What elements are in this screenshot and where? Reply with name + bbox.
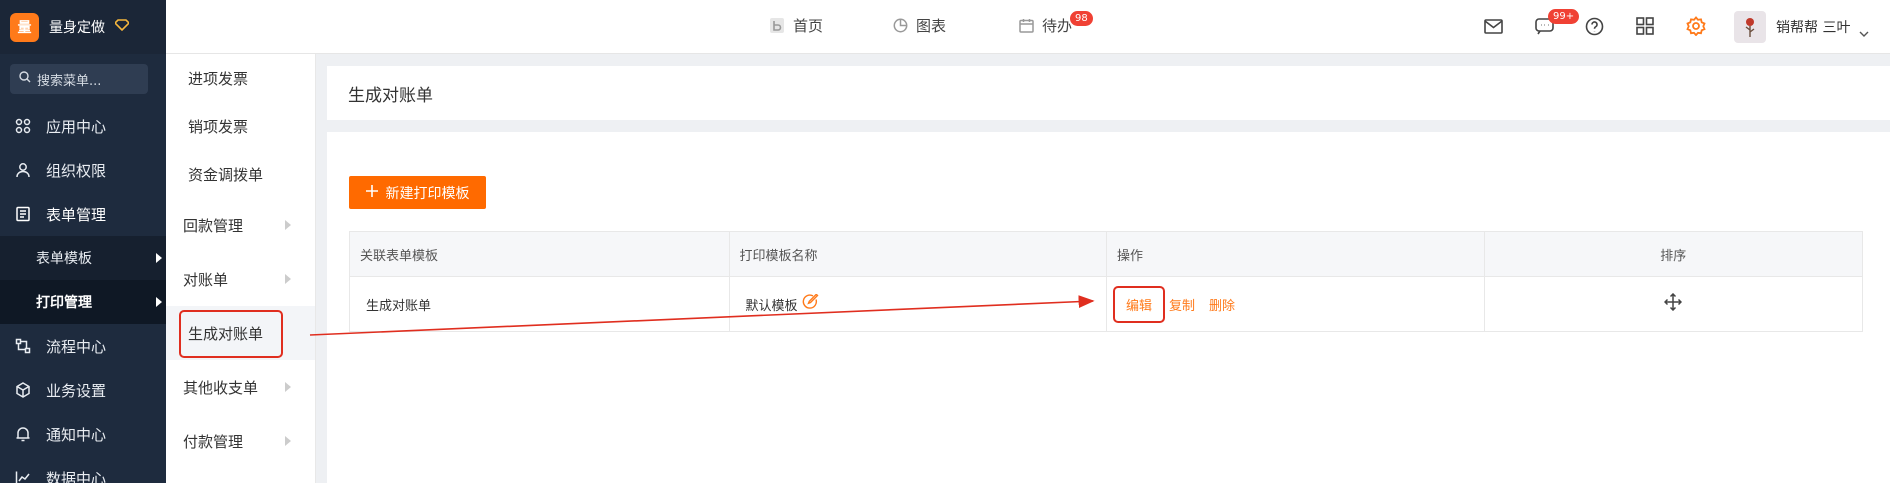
cell-actions: 编辑 复制 删除 xyxy=(1107,276,1485,331)
sidebar-item-label: 数据中心 xyxy=(46,469,107,483)
brand[interactable]: 量 量身定做 xyxy=(0,0,166,54)
cube-icon xyxy=(14,381,32,399)
submenu-item-label: 销项发票 xyxy=(188,117,249,136)
column-header-template-name: 打印模板名称 xyxy=(729,232,1107,276)
user-icon xyxy=(14,161,32,179)
top-nav-label: 图表 xyxy=(916,17,947,35)
submenu-item-generate-statement[interactable]: 生成对账单 xyxy=(166,306,315,360)
expand-arrow-icon xyxy=(156,297,162,307)
copy-button[interactable]: 复制 xyxy=(1169,295,1195,314)
bell-icon xyxy=(14,425,32,443)
sidebar-item-form-management[interactable]: 表单管理 xyxy=(0,192,166,236)
column-header-actions: 操作 xyxy=(1107,232,1485,276)
sidebar-item-process-center[interactable]: 流程中心 xyxy=(0,324,166,368)
caret-right-icon xyxy=(285,220,291,230)
submenu-item-label: 资金调拨单 xyxy=(188,165,264,184)
todo-count-badge: 98 xyxy=(1070,11,1093,26)
expand-arrow-icon xyxy=(156,253,162,263)
form-icon xyxy=(14,205,32,223)
submenu-item-payment-collection[interactable]: 回款管理 xyxy=(166,198,315,252)
secondary-menu: 进项发票 销项发票 资金调拨单 回款管理 对账单 生成对账单 其他收支单 付款管… xyxy=(166,54,316,483)
print-template-table: 关联表单模板 打印模板名称 操作 排序 生成对账单 默认模板 编辑 复制 删除 xyxy=(349,231,1863,332)
chevron-down-icon[interactable] xyxy=(1859,22,1869,41)
sidebar-item-org-permissions[interactable]: 组织权限 xyxy=(0,148,166,192)
column-header-sort: 排序 xyxy=(1484,232,1862,276)
message-count-badge: 99+ xyxy=(1548,9,1580,24)
edit-button[interactable]: 编辑 xyxy=(1113,285,1165,323)
main-sidebar: 量 量身定做 搜索菜单... 应用中心 组织权限 表单管理 表单模板 打印管理 … xyxy=(0,0,166,483)
edit-name-icon[interactable] xyxy=(802,292,819,315)
submenu-item-label: 进项发票 xyxy=(188,69,249,88)
highlight-box xyxy=(179,310,283,358)
cell-template-name: 默认模板 xyxy=(729,276,1107,331)
search-icon xyxy=(19,71,31,87)
submenu-item-label: 付款管理 xyxy=(183,432,244,451)
column-header-form: 关联表单模板 xyxy=(350,232,730,276)
new-print-template-button[interactable]: 新建打印模板 xyxy=(349,176,486,209)
apps-icon xyxy=(14,117,32,135)
sidebar-item-label: 通知中心 xyxy=(46,425,107,444)
plus-icon xyxy=(365,184,378,201)
diamond-icon xyxy=(113,19,131,35)
top-nav-charts[interactable]: 图表 xyxy=(892,15,946,36)
caret-right-icon xyxy=(285,274,291,284)
content-card: 新建打印模板 关联表单模板 打印模板名称 操作 排序 生成对账单 默认模板 编辑 xyxy=(327,132,1890,483)
brand-logo: 量 xyxy=(10,12,39,42)
submenu-item-payment-management[interactable]: 付款管理 xyxy=(166,414,315,468)
sidebar-item-business-settings[interactable]: 业务设置 xyxy=(0,368,166,412)
top-nav-label: 待办 xyxy=(1042,17,1073,35)
submenu-item-other-income-expense[interactable]: 其他收支单 xyxy=(166,360,315,414)
sidebar-subitem-label: 打印管理 xyxy=(36,295,92,311)
template-name: 默认模板 xyxy=(745,298,798,314)
top-header: 首页 图表 待办 98 99+ 销帮帮 三叶 xyxy=(166,0,1890,54)
sidebar-item-label: 流程中心 xyxy=(46,337,107,356)
menu-search-input[interactable]: 搜索菜单... xyxy=(10,64,148,94)
page-title-card: 生成对账单 xyxy=(327,66,1890,120)
cell-sort xyxy=(1484,276,1862,331)
sidebar-subitem-print-management[interactable]: 打印管理 xyxy=(0,280,166,324)
home-b-icon xyxy=(769,18,785,34)
page-title: 生成对账单 xyxy=(348,85,433,106)
sidebar-item-label: 应用中心 xyxy=(46,117,107,136)
top-nav-home[interactable]: 首页 xyxy=(769,15,823,36)
caret-right-icon xyxy=(285,382,291,392)
search-placeholder: 搜索菜单... xyxy=(37,73,102,89)
top-nav-todo[interactable]: 待办 xyxy=(1018,15,1072,36)
sidebar-subitem-form-template[interactable]: 表单模板 xyxy=(0,236,166,280)
sidebar-item-label: 表单管理 xyxy=(46,205,107,224)
mail-icon[interactable] xyxy=(1481,14,1505,38)
button-label: 新建打印模板 xyxy=(385,185,470,202)
sidebar-item-app-center[interactable]: 应用中心 xyxy=(0,104,166,148)
top-nav-label: 首页 xyxy=(793,17,824,35)
sidebar-item-label: 业务设置 xyxy=(46,381,107,400)
username[interactable]: 销帮帮 三叶 xyxy=(1776,17,1850,37)
grid-icon[interactable] xyxy=(1633,14,1657,38)
submenu-item-output-invoice[interactable]: 销项发票 xyxy=(166,102,315,150)
submenu-item-label: 对账单 xyxy=(183,270,229,289)
gear-icon[interactable] xyxy=(1684,14,1708,38)
brand-name: 量身定做 xyxy=(49,20,105,36)
submenu-item-input-invoice[interactable]: 进项发票 xyxy=(166,54,315,102)
submenu-item-fund-transfer[interactable]: 资金调拨单 xyxy=(166,150,315,198)
help-icon[interactable] xyxy=(1582,14,1606,38)
drag-move-icon[interactable] xyxy=(1664,292,1683,315)
submenu-item-statement[interactable]: 对账单 xyxy=(166,252,315,306)
pie-icon xyxy=(892,18,908,34)
sidebar-subitem-label: 表单模板 xyxy=(36,251,92,267)
table-row: 生成对账单 默认模板 编辑 复制 删除 xyxy=(350,276,1862,331)
app-root: 量 量身定做 搜索菜单... 应用中心 组织权限 表单管理 表单模板 打印管理 … xyxy=(0,0,1890,483)
avatar[interactable] xyxy=(1734,11,1766,43)
sidebar-item-notification-center[interactable]: 通知中心 xyxy=(0,412,166,456)
sidebar-item-data-center[interactable]: 数据中心 xyxy=(0,456,166,483)
flow-icon xyxy=(14,337,32,355)
caret-right-icon xyxy=(285,436,291,446)
cell-form: 生成对账单 xyxy=(350,276,730,331)
chart-icon xyxy=(14,469,32,483)
submenu-item-label: 回款管理 xyxy=(183,216,244,235)
sidebar-item-label: 组织权限 xyxy=(46,161,107,180)
delete-button[interactable]: 删除 xyxy=(1209,295,1235,314)
calendar-icon xyxy=(1018,18,1034,34)
submenu-item-label: 其他收支单 xyxy=(183,378,259,397)
table-header-row: 关联表单模板 打印模板名称 操作 排序 xyxy=(350,232,1862,276)
